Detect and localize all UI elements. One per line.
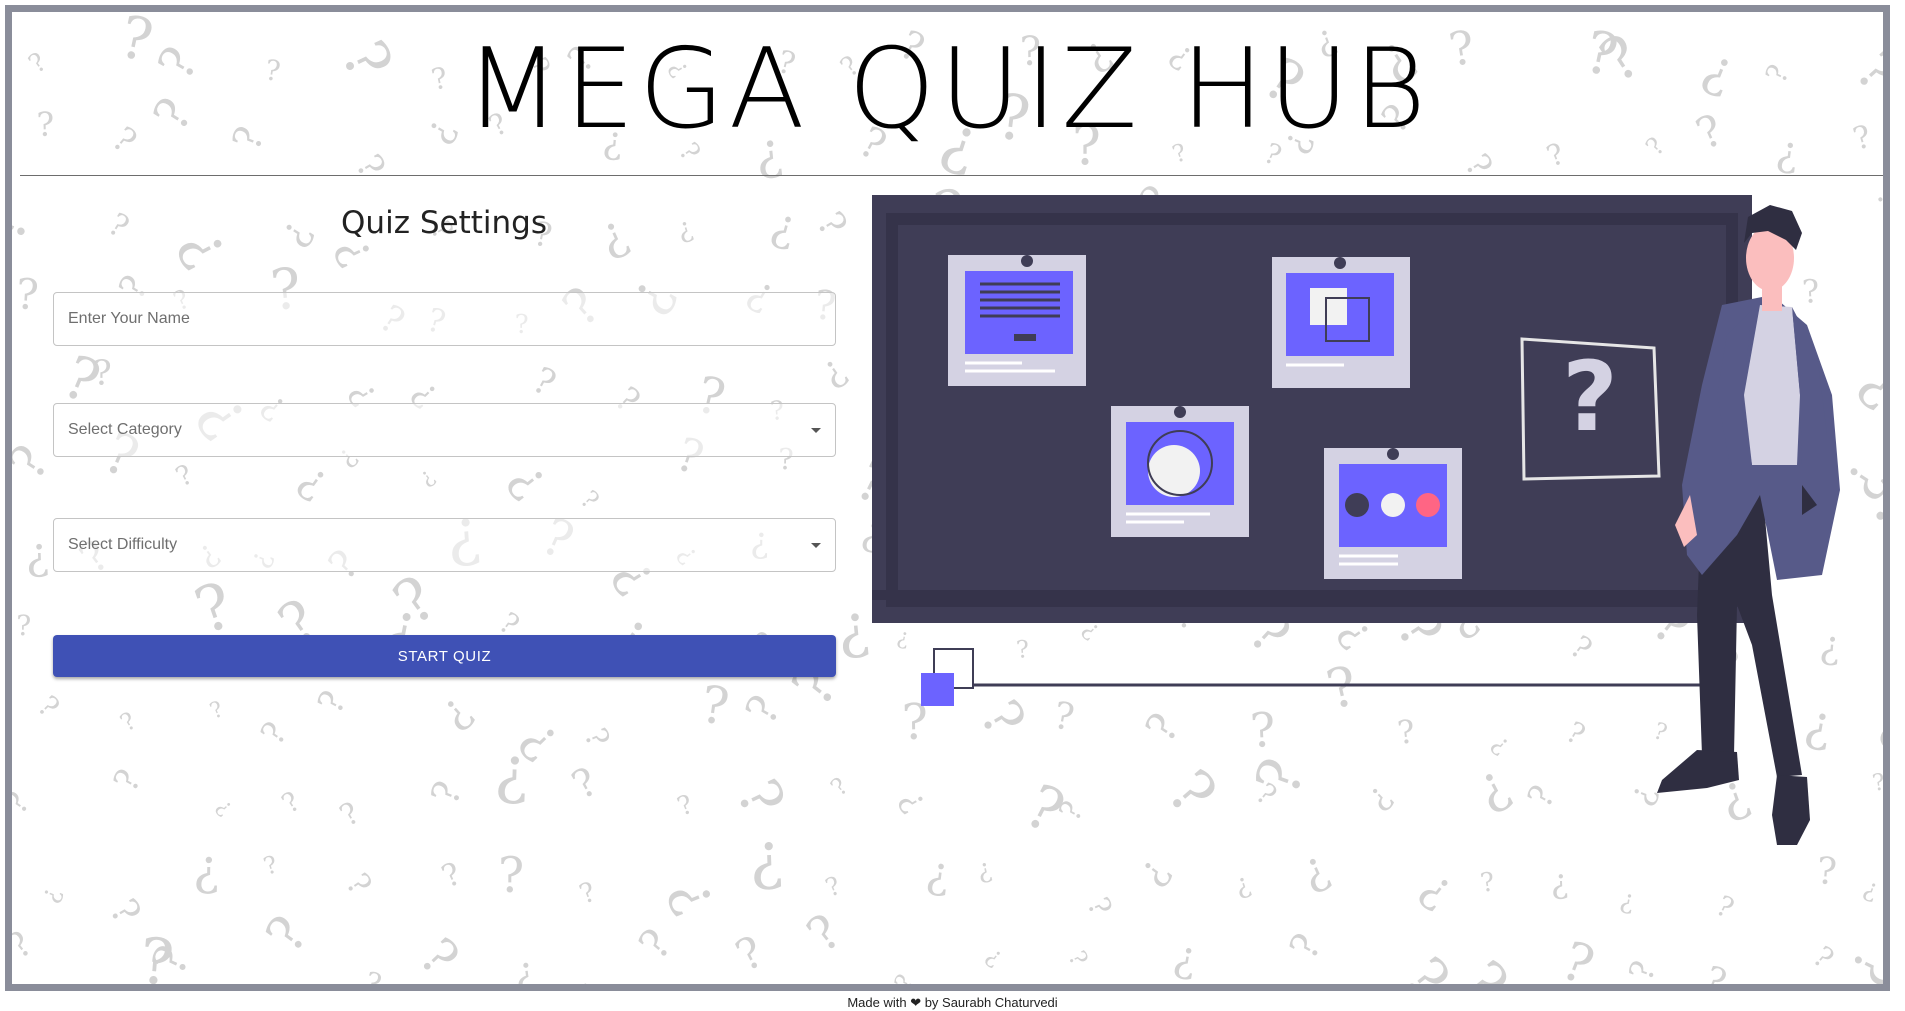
pattern-question-mark: ¿	[193, 839, 220, 896]
pattern-question-mark: ?	[825, 772, 853, 801]
pattern-question-mark: ?	[347, 148, 392, 185]
pattern-question-mark: ?	[207, 697, 228, 725]
pattern-question-mark: ¿	[414, 464, 439, 491]
pattern-question-mark: ?	[1815, 849, 1838, 893]
pattern-question-mark: ¿	[501, 450, 562, 506]
pattern-question-mark: ?	[115, 707, 141, 738]
pattern-question-mark: ¿	[981, 941, 1008, 971]
pattern-question-mark: ¿	[212, 794, 238, 820]
pattern-question-mark: ?	[422, 775, 470, 810]
pattern-question-mark: ?	[575, 485, 605, 515]
pattern-question-mark: ¿	[1292, 840, 1336, 898]
pattern-question-mark: ?	[16, 609, 32, 642]
pattern-question-mark: ?	[821, 871, 844, 903]
pattern-question-mark: ¿	[1618, 884, 1637, 916]
pattern-question-mark: ?	[575, 876, 600, 910]
pattern-question-mark: ?	[12, 785, 37, 821]
name-field[interactable]	[53, 292, 836, 346]
pattern-question-mark: ?	[260, 850, 281, 881]
pattern-question-mark: ¿	[811, 347, 852, 394]
pattern-question-mark: ?	[569, 979, 596, 984]
pattern-question-mark: ¿	[1231, 974, 1267, 984]
pattern-question-mark: ?	[1711, 889, 1739, 925]
pattern-question-mark: ¿	[25, 528, 50, 580]
pattern-question-mark: ?	[1698, 957, 1733, 984]
pattern-question-mark: ¿	[429, 685, 480, 738]
pattern-question-mark: ?	[311, 685, 355, 720]
pattern-question-mark: ?	[1390, 945, 1463, 984]
pattern-question-mark: ¿	[1170, 931, 1201, 983]
circle-card-icon	[1111, 406, 1249, 537]
pattern-question-mark: ?	[673, 789, 697, 822]
pattern-question-mark: ?	[797, 903, 852, 963]
footer-credit: Made with ❤ by Saurabh Chaturvedi	[847, 995, 1058, 1010]
pattern-question-mark: ?	[93, 354, 112, 394]
accent-square	[921, 673, 954, 706]
board-question-symbol: ?	[1562, 341, 1618, 453]
app-frame: ???????? ¿???? ¿ ¿? ¿ ¿??? ¿??????? ¿? ¿? ¿? ¿????…	[5, 5, 1890, 991]
pattern-question-mark: ¿	[34, 883, 66, 906]
category-select-label: Select Category	[68, 421, 182, 438]
pattern-question-mark: ¿	[924, 847, 953, 899]
chevron-down-icon	[811, 543, 821, 548]
name-input[interactable]	[54, 293, 835, 345]
pattern-question-mark: ¿	[748, 819, 784, 893]
pattern-question-mark: ?	[361, 965, 385, 984]
pattern-question-mark: ?	[723, 769, 798, 826]
pattern-question-mark: ?	[1063, 946, 1094, 970]
pattern-question-mark: ?	[577, 723, 617, 752]
pattern-question-mark: ¿	[834, 590, 872, 661]
pattern-question-mark: ?	[728, 927, 771, 982]
pattern-question-mark: ?	[253, 715, 295, 752]
pattern-question-mark: ?	[334, 796, 366, 834]
pattern-question-mark: ?	[31, 689, 66, 724]
pattern-question-mark: ?	[889, 970, 920, 984]
pattern-question-mark: ¿	[661, 869, 733, 921]
pattern-question-mark: ?	[171, 459, 198, 493]
pattern-question-mark: ?	[1080, 892, 1119, 920]
pattern-question-mark: ?	[255, 906, 320, 964]
shapes-card-icon	[1272, 257, 1410, 388]
pattern-question-mark: ?	[1621, 956, 1664, 984]
pattern-question-mark: ?	[498, 847, 524, 904]
pattern-question-mark: ¿	[1860, 872, 1883, 904]
pattern-question-mark: ?	[407, 928, 469, 984]
pattern-question-mark: ¿	[493, 733, 529, 807]
document-card-icon	[948, 255, 1086, 386]
pattern-question-mark: ¿	[974, 854, 994, 886]
pattern-question-mark: ?	[106, 763, 150, 798]
difficulty-select[interactable]: Select Difficulty	[53, 518, 836, 572]
settings-heading: Quiz Settings	[341, 205, 547, 241]
chevron-down-icon	[811, 428, 821, 433]
category-select[interactable]: Select Category	[53, 403, 836, 457]
pattern-question-mark: ?	[12, 196, 43, 251]
pattern-question-mark: ?	[437, 856, 467, 896]
pattern-question-mark: ¿	[512, 949, 538, 984]
pattern-question-mark: ¿	[291, 452, 339, 506]
pattern-question-mark: ¿	[1830, 939, 1883, 984]
difficulty-select-label: Select Difficulty	[68, 536, 178, 553]
dots-card-icon	[1324, 448, 1462, 579]
app-title: MEGA QUIZ HUB	[12, 34, 1883, 145]
start-quiz-button[interactable]: START QUIZ	[53, 635, 836, 677]
pattern-question-mark: ?	[1456, 147, 1499, 184]
pattern-question-mark: ¿	[1412, 858, 1465, 916]
pattern-question-mark: ?	[526, 360, 562, 405]
pattern-question-mark: ?	[1478, 867, 1496, 899]
app-title-text: MEGA QUIZ HUB	[464, 25, 1431, 154]
pattern-question-mark: ?	[1281, 927, 1331, 967]
pattern-question-mark: ¿	[1128, 849, 1177, 893]
quiz-board-illustration: ?	[872, 195, 1840, 845]
pattern-question-mark: ?	[12, 924, 40, 967]
pattern-question-mark: ?	[736, 688, 791, 733]
pattern-question-mark: ¿	[1550, 861, 1569, 901]
header-divider	[20, 175, 1883, 176]
pattern-question-mark: ?	[14, 269, 40, 319]
pattern-question-mark: ¿	[1231, 868, 1254, 902]
pattern-question-mark: ?	[565, 759, 605, 809]
pattern-question-mark: ?	[277, 786, 306, 820]
pattern-question-mark: ?	[629, 920, 681, 969]
pattern-question-mark: ?	[1553, 930, 1601, 984]
pattern-question-mark: ?	[338, 866, 379, 901]
